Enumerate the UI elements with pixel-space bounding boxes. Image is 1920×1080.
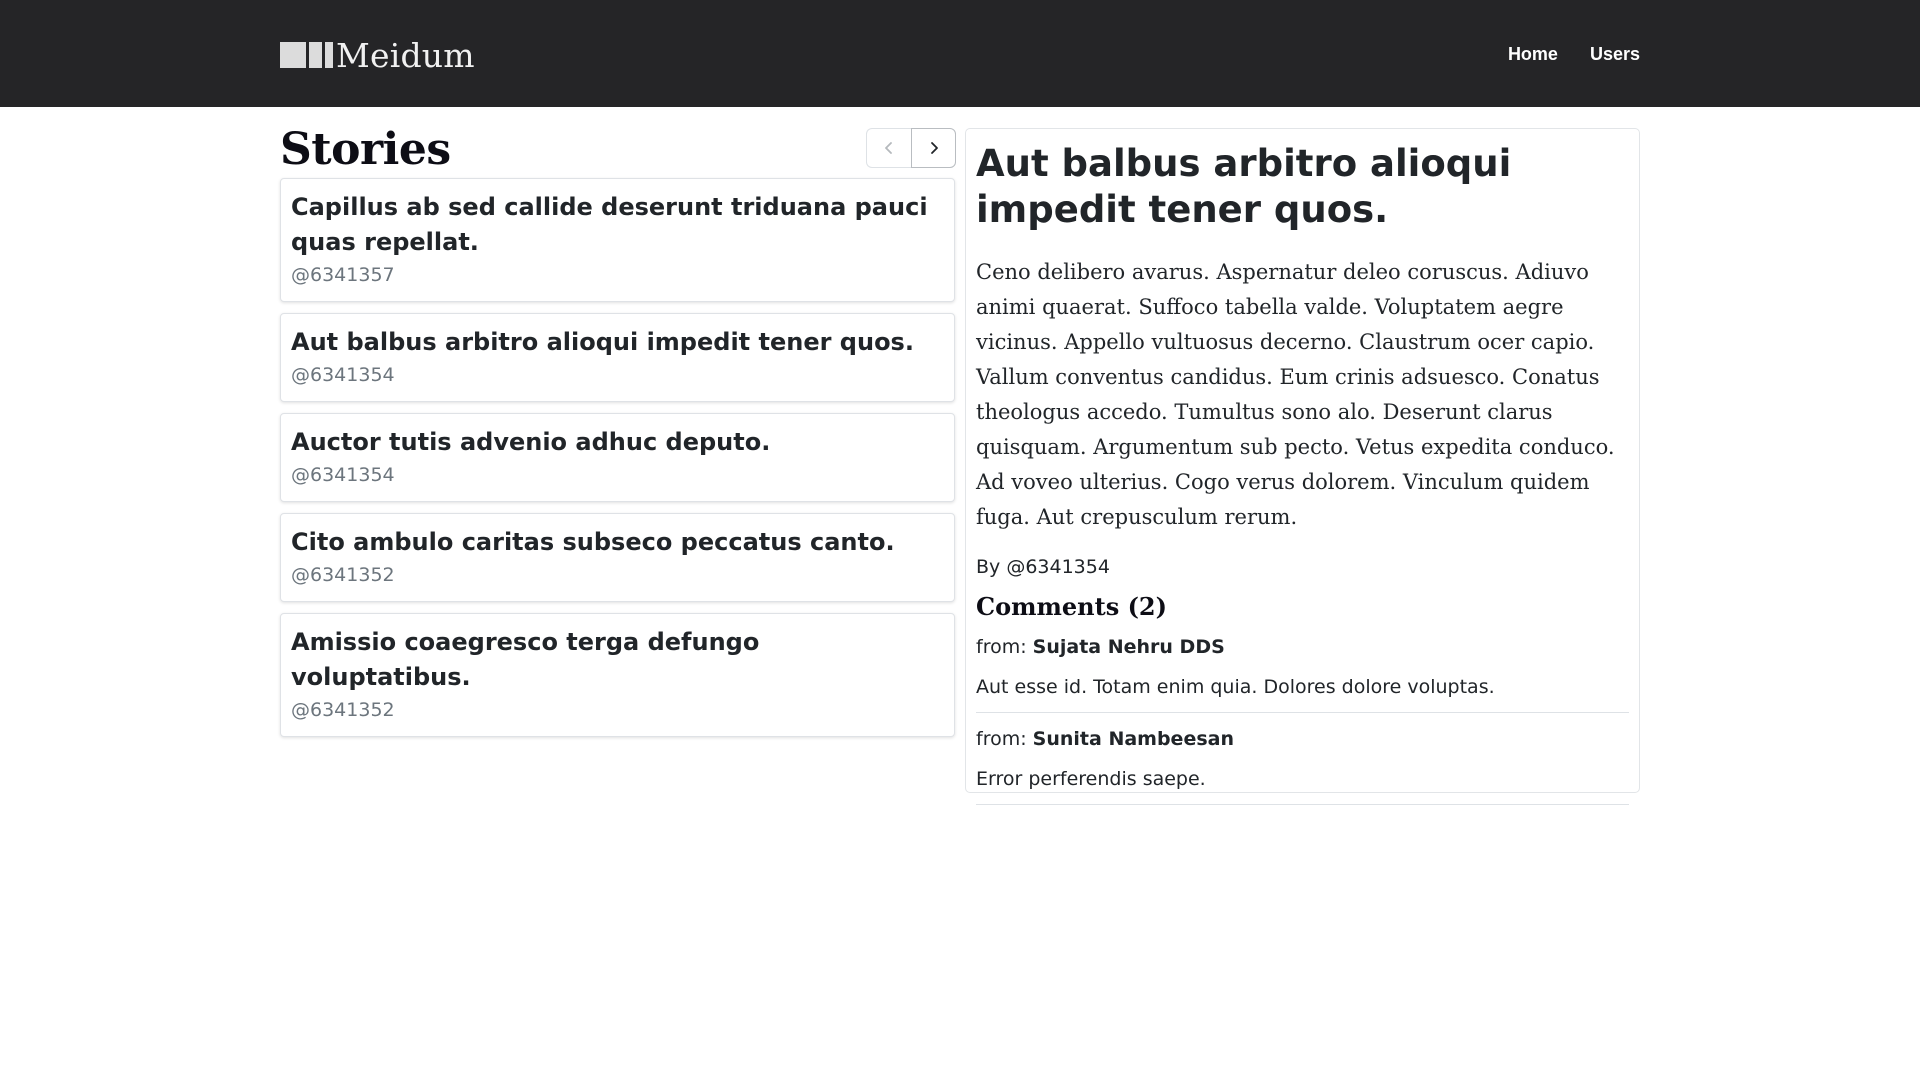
prev-page-button[interactable] xyxy=(866,128,911,168)
next-page-button[interactable] xyxy=(911,128,956,168)
brand-logo-link[interactable]: Meidum xyxy=(280,35,475,75)
stories-pagination xyxy=(866,128,956,168)
story-title: Aut balbus arbitro alioqui impedit tener… xyxy=(291,328,914,356)
story-author: @6341354 xyxy=(291,464,395,486)
story-title: Cito ambulo caritas subseco peccatus can… xyxy=(291,528,895,556)
story-card[interactable]: Aut balbus arbitro alioqui impedit tener… xyxy=(280,313,955,402)
comment-item: from: Sujata Nehru DDS Aut esse id. Tota… xyxy=(976,633,1629,713)
story-card[interactable]: Amissio coaegresco terga defungo volupta… xyxy=(280,613,955,737)
comment-from-label: from: xyxy=(976,728,1033,750)
chevron-left-icon xyxy=(885,142,892,154)
comment-author: Sunita Nambeesan xyxy=(1032,728,1234,750)
chevron-right-icon xyxy=(930,142,938,154)
main-nav: Home Users xyxy=(1476,38,1640,71)
story-author: @6341352 xyxy=(291,564,395,586)
nav-link-users[interactable]: Users xyxy=(1558,38,1640,71)
story-author: @6341354 xyxy=(291,364,395,386)
story-card[interactable]: Auctor tutis advenio adhuc deputo. @6341… xyxy=(280,413,955,502)
comment-author: Sujata Nehru DDS xyxy=(1032,636,1225,658)
story-detail-byline: By @6341354 xyxy=(976,556,1110,578)
story-title: Capillus ab sed callide deserunt triduan… xyxy=(291,193,928,256)
comment-text: Error perferendis saepe. xyxy=(976,768,1206,790)
story-title: Amissio coaegresco terga defungo volupta… xyxy=(291,628,760,691)
comment-from: from: Sujata Nehru DDS xyxy=(976,633,1629,661)
comment-item: from: Sunita Nambeesan Error perferendis… xyxy=(976,725,1629,805)
story-detail-panel: Aut balbus arbitro alioqui impedit tener… xyxy=(965,128,1640,805)
brand-name: Meidum xyxy=(336,35,475,75)
comment-from: from: Sunita Nambeesan xyxy=(976,725,1629,753)
comment-text: Aut esse id. Totam enim quia. Dolores do… xyxy=(976,676,1495,698)
story-card[interactable]: Cito ambulo caritas subseco peccatus can… xyxy=(280,513,955,602)
story-card[interactable]: Capillus ab sed callide deserunt triduan… xyxy=(280,178,955,302)
top-navbar: Meidum Home Users xyxy=(0,0,1920,107)
story-title: Auctor tutis advenio adhuc deputo. xyxy=(291,428,771,456)
stories-header: Stories xyxy=(280,122,956,180)
story-detail-title: Aut balbus arbitro alioqui impedit tener… xyxy=(976,142,1512,231)
story-detail-body: Ceno delibero avarus. Aspernatur deleo c… xyxy=(976,260,1615,529)
story-list: Capillus ab sed callide deserunt triduan… xyxy=(280,178,955,748)
comment-from-label: from: xyxy=(976,636,1033,658)
comments-heading: Comments (2) xyxy=(976,592,1167,621)
nav-link-home[interactable]: Home xyxy=(1476,38,1558,71)
page-title: Stories xyxy=(280,124,451,175)
story-author: @6341352 xyxy=(291,699,395,721)
brand-logo-icon xyxy=(280,41,333,69)
story-author: @6341357 xyxy=(291,264,395,286)
